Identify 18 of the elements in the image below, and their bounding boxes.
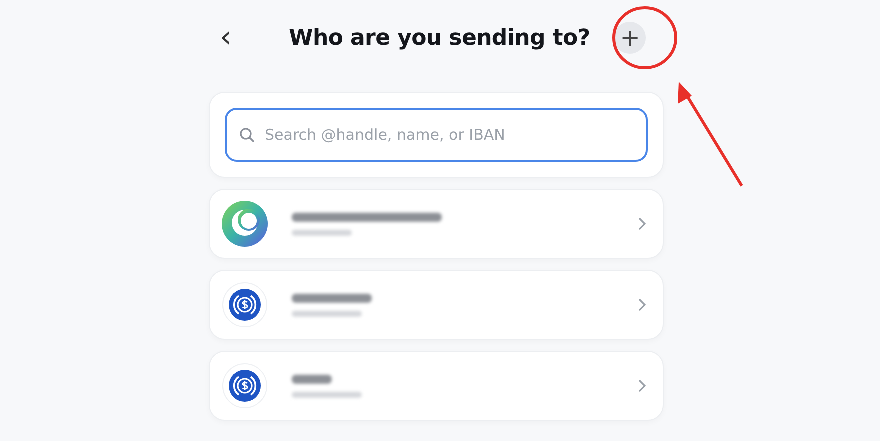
avatar-icon — [222, 201, 268, 247]
redacted-handle — [292, 230, 352, 236]
dollar-coin-icon — [222, 282, 268, 328]
highlight-circle — [612, 6, 678, 70]
back-button[interactable]: ‹ — [211, 23, 241, 53]
dollar-coin-icon — [222, 363, 268, 409]
chevron-right-icon — [637, 217, 647, 231]
recipient-row[interactable] — [209, 270, 664, 340]
recipient-row[interactable] — [209, 189, 664, 259]
recipient-row[interactable] — [209, 351, 664, 421]
search-field[interactable]: Search @handle, name, or IBAN — [225, 108, 648, 162]
chevron-right-icon — [637, 379, 647, 393]
add-button[interactable]: + — [614, 22, 646, 54]
redacted-name — [292, 374, 332, 384]
redacted-handle — [292, 392, 362, 398]
redacted-handle — [292, 310, 362, 316]
page-title: Who are you sending to? — [289, 26, 590, 50]
chevron-right-icon — [637, 298, 647, 312]
